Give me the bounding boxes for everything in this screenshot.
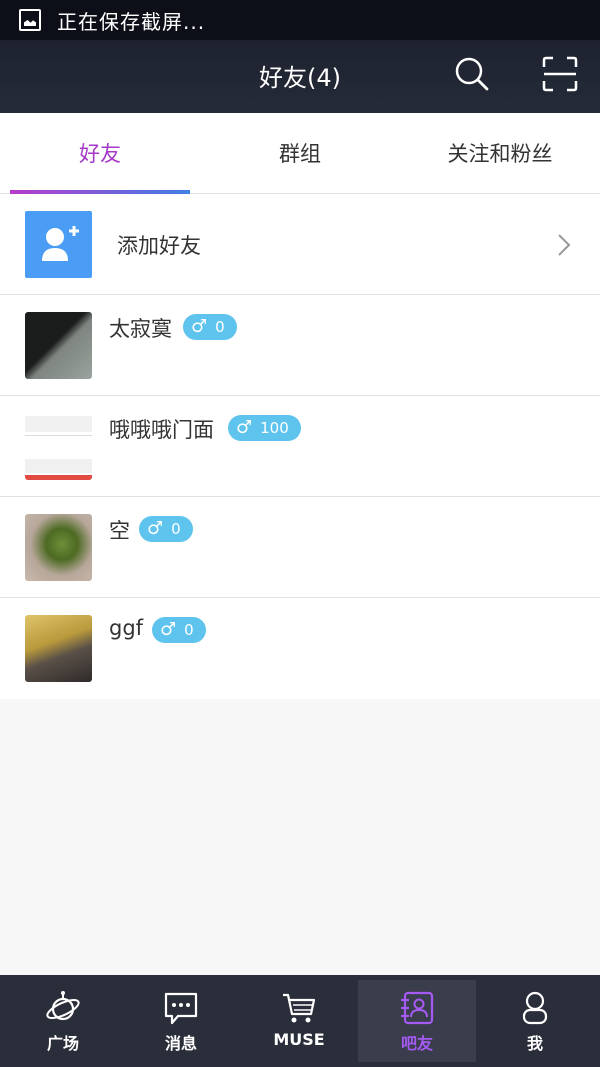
- status-text: 正在保存截屏...: [57, 9, 206, 34]
- message-icon: [164, 992, 198, 1025]
- friend-row[interactable]: 太寂寞 ♂ 0: [0, 295, 600, 396]
- person-icon: [522, 991, 548, 1025]
- gender-level-badge: ♂ 0: [139, 516, 193, 542]
- tab-label: MUSE: [273, 1030, 325, 1049]
- avatar: [25, 312, 92, 379]
- male-icon: ♂: [147, 518, 164, 539]
- friend-name: 哦哦哦门面: [109, 418, 214, 442]
- add-friend-label: 添加好友: [117, 234, 201, 258]
- segment-tabs: 好友 群组 关注和粉丝: [0, 113, 600, 194]
- scan-button[interactable]: [540, 54, 580, 94]
- tab-square[interactable]: 广场: [4, 980, 122, 1062]
- level-value: 0: [171, 520, 181, 538]
- app-header: 好友(4): [0, 40, 600, 113]
- status-bar: 正在保存截屏...: [0, 0, 600, 40]
- tab-groups[interactable]: 群组: [200, 113, 400, 193]
- gender-level-badge: ♂ 0: [183, 314, 237, 340]
- gender-level-badge: ♂ 100: [228, 415, 301, 441]
- level-value: 0: [215, 318, 225, 336]
- tab-label: 我: [526, 1034, 543, 1053]
- tab-label: 吧友: [400, 1034, 433, 1053]
- screenshot-icon: [19, 9, 41, 31]
- tab-follow-fans[interactable]: 关注和粉丝: [400, 113, 600, 193]
- bottom-tab-bar: 广场 消息 MUSE 吧友 我: [0, 975, 600, 1067]
- friend-list: 添加好友 太寂寞 ♂ 0 哦哦哦门面 ♂ 100 空 ♂ 0 ggf ♂ 0: [0, 194, 600, 699]
- scan-icon: [542, 56, 578, 92]
- avatar: [25, 615, 92, 682]
- male-icon: ♂: [191, 316, 208, 337]
- planet-icon: [46, 991, 80, 1021]
- search-button[interactable]: [452, 54, 492, 94]
- tab-messages[interactable]: 消息: [122, 980, 240, 1062]
- avatar: [25, 514, 92, 581]
- friend-row[interactable]: ggf ♂ 0: [0, 598, 600, 699]
- tab-label: 消息: [164, 1034, 197, 1053]
- friend-name: 太寂寞: [109, 317, 172, 341]
- level-value: 0: [184, 621, 194, 639]
- add-friend-row[interactable]: 添加好友: [0, 194, 600, 295]
- gender-level-badge: ♂ 0: [152, 617, 206, 643]
- friend-row[interactable]: 哦哦哦门面 ♂ 100: [0, 396, 600, 497]
- friend-name: 空: [109, 519, 130, 543]
- search-icon: [455, 57, 489, 91]
- cart-icon: [283, 993, 316, 1023]
- page-title: 好友(4): [259, 64, 341, 92]
- tab-friends[interactable]: 好友: [0, 113, 200, 193]
- tab-ba-friends[interactable]: 吧友: [358, 980, 476, 1062]
- avatar: [25, 413, 92, 480]
- friend-row[interactable]: 空 ♂ 0: [0, 497, 600, 598]
- level-value: 100: [260, 419, 289, 437]
- friend-name: ggf: [109, 616, 144, 640]
- add-user-icon: [25, 211, 92, 278]
- tab-muse[interactable]: MUSE: [240, 980, 358, 1062]
- male-icon: ♂: [236, 417, 253, 438]
- male-icon: ♂: [160, 619, 177, 640]
- chevron-right-icon: [558, 234, 571, 256]
- tab-me[interactable]: 我: [476, 980, 594, 1062]
- contacts-icon: [401, 991, 434, 1025]
- tab-label: 广场: [46, 1034, 79, 1053]
